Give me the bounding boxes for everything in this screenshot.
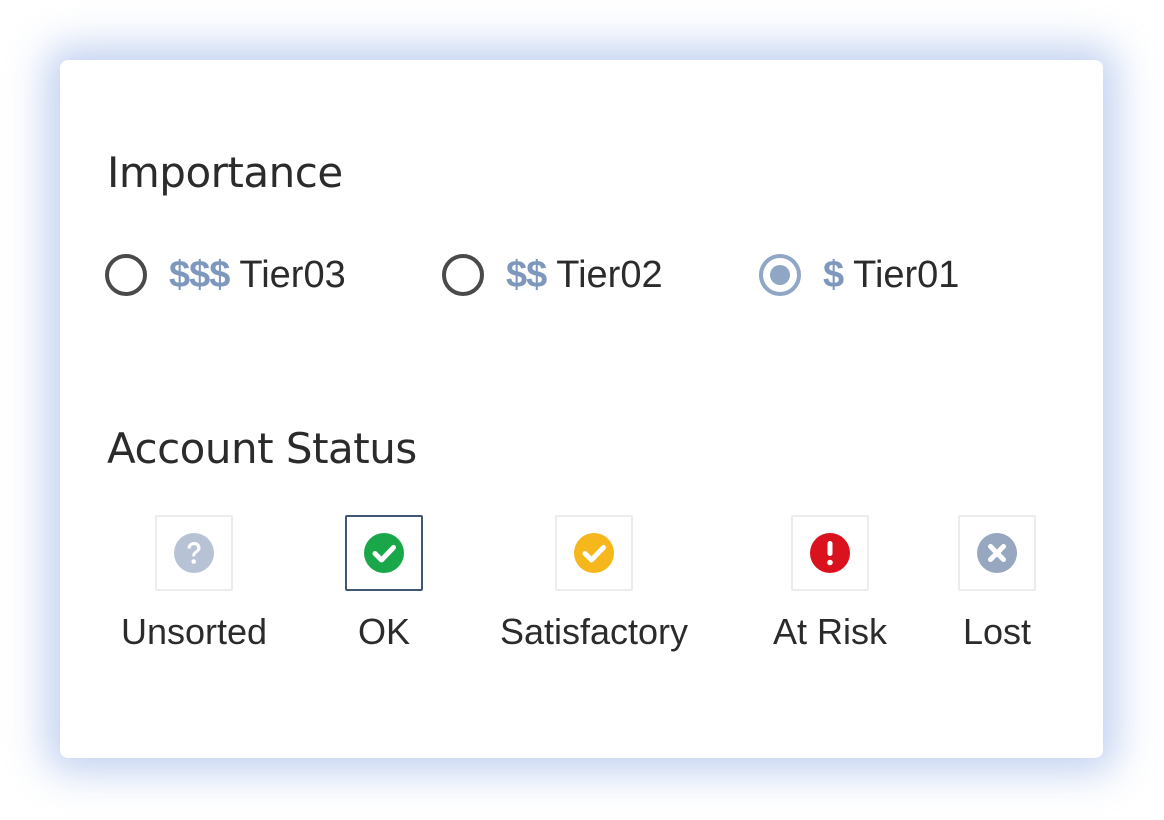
status-icon-button[interactable] xyxy=(791,515,869,591)
account-status-heading: Account Status xyxy=(107,424,417,473)
status-icon-button-selected[interactable] xyxy=(345,515,423,591)
importance-option-tier01[interactable]: $ Tier01 xyxy=(759,250,959,300)
tier-label: Tier02 xyxy=(556,253,663,296)
radio-label: $$$ Tier03 xyxy=(169,254,346,297)
importance-option-tier03[interactable]: $$$ Tier03 xyxy=(105,250,346,300)
x-circle-icon xyxy=(977,533,1017,573)
status-label: Lost xyxy=(962,611,1032,652)
status-label: At Risk xyxy=(772,611,887,652)
exclamation-circle-icon xyxy=(810,533,850,573)
radio-button[interactable] xyxy=(442,254,484,296)
dollar-sign-label: $ xyxy=(823,253,844,296)
tier-label: Tier01 xyxy=(853,253,960,296)
status-option-at-risk[interactable]: At Risk xyxy=(765,515,895,653)
check-circle-icon xyxy=(574,533,614,573)
dollar-sign-label: $$ xyxy=(506,253,547,296)
radio-label: $ Tier01 xyxy=(823,254,959,297)
importance-option-tier02[interactable]: $$ Tier02 xyxy=(442,250,663,300)
status-option-unsorted[interactable]: Unsorted xyxy=(107,515,281,653)
status-option-satisfactory[interactable]: Satisfactory xyxy=(484,515,704,653)
status-label: OK xyxy=(357,611,410,652)
check-circle-icon xyxy=(364,533,404,573)
status-icon-button[interactable] xyxy=(155,515,233,591)
status-option-ok[interactable]: OK xyxy=(334,515,434,653)
question-circle-icon xyxy=(174,533,214,573)
dollar-sign-label: $$$ xyxy=(169,253,230,296)
importance-heading: Importance xyxy=(107,148,343,197)
filter-panel: Importance $$$ Tier03 $$ Tier02 $ Tier01… xyxy=(60,60,1103,758)
status-icon-button[interactable] xyxy=(555,515,633,591)
radio-button[interactable] xyxy=(105,254,147,296)
status-icon-button[interactable] xyxy=(958,515,1036,591)
radio-label: $$ Tier02 xyxy=(506,254,663,297)
status-label: Satisfactory xyxy=(499,611,689,652)
tier-label: Tier03 xyxy=(239,253,346,296)
status-option-lost[interactable]: Lost xyxy=(952,515,1042,653)
radio-button-checked[interactable] xyxy=(759,254,801,296)
status-label: Unsorted xyxy=(120,611,268,652)
